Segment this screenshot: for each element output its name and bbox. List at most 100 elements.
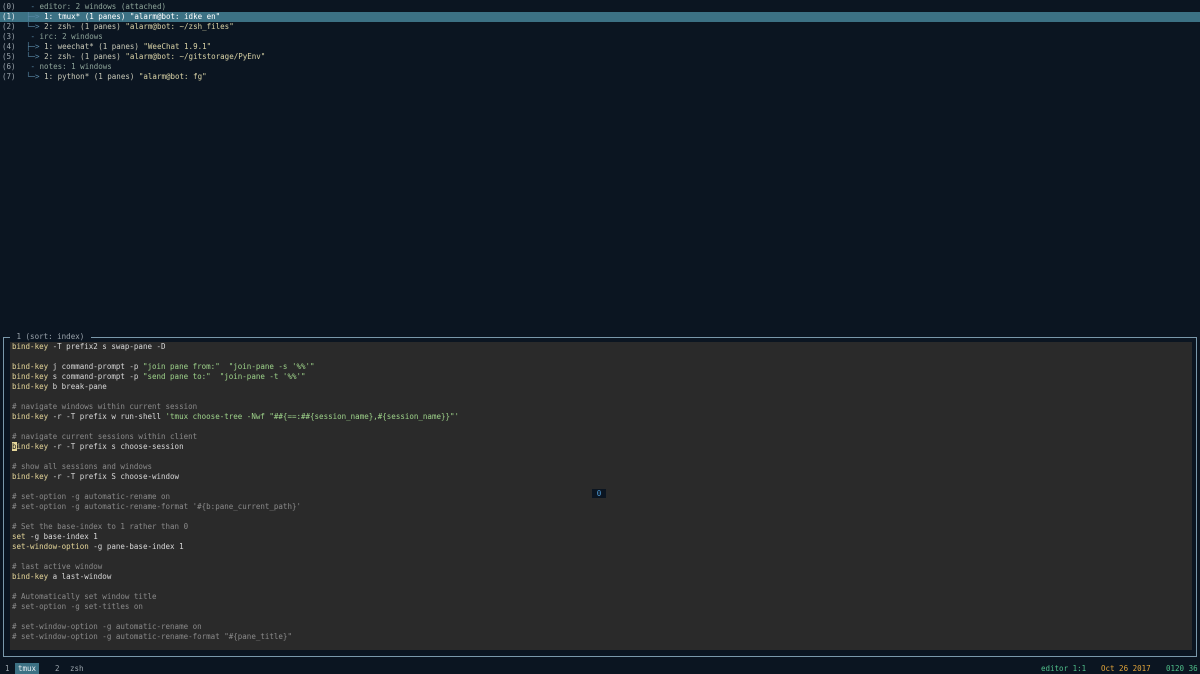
- code-line: # navigate current sessions within clien…: [10, 432, 1192, 442]
- tree-row-name: 2: zsh- (1 panes): [44, 22, 126, 31]
- code-line: # set-option -g automatic-rename-format …: [10, 502, 1192, 512]
- code-line: bind-key -r -T prefix s choose-session: [10, 442, 1192, 452]
- tree-row-index: (6): [2, 62, 16, 71]
- tree-row-name: 2: zsh- (1 panes): [44, 52, 126, 61]
- status-session: editor 1:1: [1041, 664, 1087, 673]
- tree-branch: ├─>: [26, 12, 45, 21]
- tree-branch: -: [26, 32, 40, 41]
- code-token: "send pane to:" "join-pane -t '%%'": [142, 372, 306, 381]
- preview-pane: 1 (sort: index) bind-key -T prefix2 s sw…: [3, 332, 1197, 657]
- tree-window-row[interactable]: (7) └─> 1: python* (1 panes) "alarm@bot: …: [0, 72, 1200, 82]
- code-token: j command-prompt -p: [48, 362, 143, 371]
- code-token: s command-prompt -p: [48, 372, 143, 381]
- code-token: -T prefix2 s swap-pane -D: [48, 342, 166, 351]
- tree-row-name: editor: 2 windows (attached): [39, 2, 166, 11]
- tree-row-index: (1): [2, 12, 16, 21]
- choose-tree-list: (0) - editor: 2 windows (attached) (1) ├─>…: [0, 2, 1200, 82]
- code-token: bind-key: [12, 572, 49, 581]
- code-token: # Set the base-index to 1 rather than 0: [12, 522, 189, 531]
- code-line: bind-key a last-window: [10, 572, 1192, 582]
- status-window-index-1[interactable]: 1: [5, 663, 10, 674]
- tree-row-name: 1: tmux* (1 panes): [44, 12, 130, 21]
- tree-row-title: "alarm@bot: ~/gitstorage/PyEnv": [125, 52, 266, 61]
- code-token: # last active window: [12, 562, 103, 571]
- code-token: # set-option -g set-titles on: [12, 602, 143, 611]
- tree-branch: └─>: [26, 72, 45, 81]
- code-token: # show all sessions and windows: [12, 462, 152, 471]
- tree-row-title: "alarm@bot: idke en": [129, 12, 221, 21]
- tree-row-name: 1: python* (1 panes): [44, 72, 139, 81]
- code-line: bind-key -r -T prefix w run-shell 'tmux …: [10, 412, 1192, 422]
- code-line: # last active window: [10, 562, 1192, 572]
- code-token: ind-key: [16, 442, 49, 451]
- tree-row-index: (0): [2, 2, 16, 11]
- code-line: bind-key -T prefix2 s swap-pane -D: [10, 342, 1192, 352]
- tree-row-name: 1: weechat* (1 panes): [44, 42, 144, 51]
- tree-session-row[interactable]: (6) - notes: 1 windows: [0, 62, 1200, 72]
- code-line: bind-key b break-pane: [10, 382, 1192, 392]
- status-window-zsh[interactable]: zsh: [70, 663, 84, 674]
- tree-session-row[interactable]: (0) - editor: 2 windows (attached): [0, 2, 1200, 12]
- tree-row-title: "WeeChat 1.9.1": [143, 42, 212, 51]
- pane-number-indicator: 0: [592, 489, 606, 498]
- code-line: set-window-option -g pane-base-index 1: [10, 542, 1192, 552]
- code-token: -g base-index 1: [25, 532, 98, 541]
- code-token: # Automatically set window title: [12, 592, 157, 601]
- preview-label: 1 (sort: index): [10, 332, 91, 342]
- code-line: # show all sessions and windows: [10, 462, 1192, 472]
- code-token: 'tmux choose-tree -Nwf "##{==:##{session…: [165, 412, 460, 421]
- code-token: # set-option -g automatic-rename-format …: [12, 502, 301, 511]
- tree-branch: -: [26, 62, 40, 71]
- code-token: # set-window-option -g automatic-rename …: [12, 622, 202, 631]
- tree-window-row[interactable]: (1) ├─> 1: tmux* (1 panes) "alarm@bot: id…: [0, 12, 1200, 22]
- code-line: # set-window-option -g automatic-rename …: [10, 622, 1192, 632]
- code-token: set: [12, 532, 26, 541]
- code-token: -r -T prefix S choose-window: [48, 472, 180, 481]
- tree-window-row[interactable]: (4) ├─> 1: weechat* (1 panes) "WeeChat 1.…: [0, 42, 1200, 52]
- tree-session-row[interactable]: (3) - irc: 2 windows: [0, 32, 1200, 42]
- tree-row-index: (5): [2, 52, 16, 61]
- code-token: bind-key: [12, 372, 49, 381]
- tree-branch: -: [26, 2, 40, 11]
- tree-window-row[interactable]: (5) └─> 2: zsh- (1 panes) "alarm@bot: ~/g…: [0, 52, 1200, 62]
- code-token: a last-window: [48, 572, 112, 581]
- code-token: # navigate windows within current sessio…: [12, 402, 198, 411]
- status-window-tmux[interactable]: tmux: [15, 663, 40, 674]
- code-token: # navigate current sessions within clien…: [12, 432, 198, 441]
- status-window-index-2[interactable]: 2: [55, 663, 60, 674]
- code-line: # Automatically set window title: [10, 592, 1192, 602]
- code-token: -g pane-base-index 1: [88, 542, 184, 551]
- tree-row-title: "alarm@bot: fg": [138, 72, 207, 81]
- code-line: bind-key -r -T prefix S choose-window: [10, 472, 1192, 482]
- tree-row-index: (2): [2, 22, 16, 31]
- code-line: bind-key j command-prompt -p "join pane …: [10, 362, 1192, 372]
- code-token: bind-key: [12, 362, 49, 371]
- code-line: # set-option -g set-titles on: [10, 602, 1192, 612]
- code-token: "join pane from:" "join-pane -s '%%'": [142, 362, 315, 371]
- tree-row-index: (7): [2, 72, 16, 81]
- status-time: 0120 36: [1166, 664, 1198, 673]
- tree-row-index: (4): [2, 42, 16, 51]
- code-token: bind-key: [12, 412, 49, 421]
- code-line: set -g base-index 1: [10, 532, 1192, 542]
- code-token: b break-pane: [48, 382, 107, 391]
- code-line: # Set the base-index to 1 rather than 0: [10, 522, 1192, 532]
- tree-row-name: notes: 1 windows: [39, 62, 112, 71]
- code-token: bind-key: [12, 472, 49, 481]
- tree-window-row[interactable]: (2) └─> 2: zsh- (1 panes) "alarm@bot: ~/z…: [0, 22, 1200, 32]
- code-token: # set-window-option -g automatic-rename-…: [12, 632, 292, 641]
- code-token: # set-option -g automatic-rename on: [12, 492, 171, 501]
- code-token: bind-key: [12, 382, 49, 391]
- status-bar: 1 tmux 2 zsh editor 1:1 Oct 26 2017 0120…: [0, 662, 1200, 674]
- code-token: bind-key: [12, 342, 49, 351]
- code-line: # navigate windows within current sessio…: [10, 402, 1192, 412]
- status-date: Oct 26 2017: [1101, 664, 1151, 673]
- tree-branch: └─>: [26, 52, 45, 61]
